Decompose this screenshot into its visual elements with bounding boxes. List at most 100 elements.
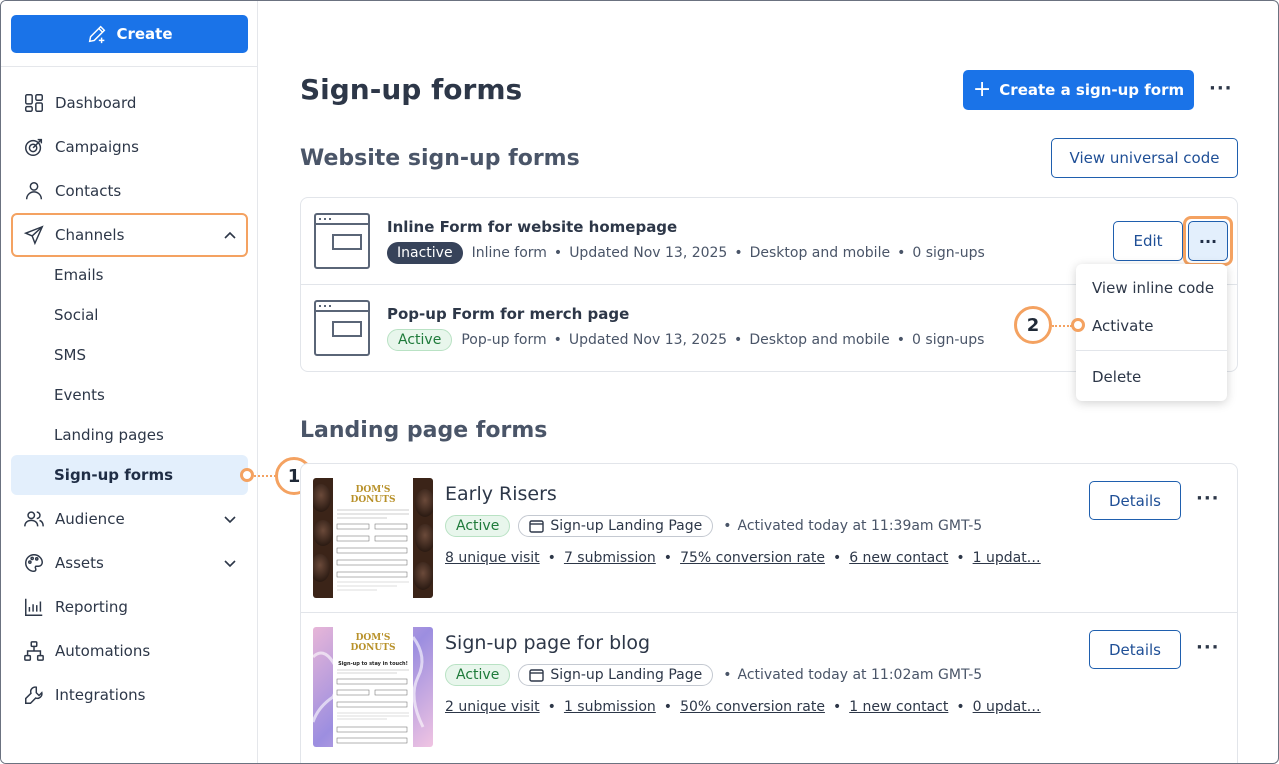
menu-item-view-inline-code[interactable]: View inline code: [1092, 279, 1214, 297]
stat-submissions[interactable]: 7 submission: [564, 550, 656, 566]
activated-time: Activated today at 11:39am GMT-5: [737, 518, 983, 534]
svg-text:DONUTS: DONUTS: [351, 495, 396, 505]
flow-icon: [23, 640, 45, 662]
person-icon: [23, 180, 45, 202]
sidebar-subitem-landing-pages[interactable]: Landing pages: [11, 416, 248, 454]
separator-dot: •: [734, 245, 743, 261]
sidebar-subitem-events[interactable]: Events: [11, 376, 248, 414]
separator-dot: •: [956, 699, 965, 715]
sidebar-item-label: Campaigns: [55, 138, 140, 156]
stat-submissions[interactable]: 1 submission: [564, 699, 656, 715]
activated-time: Activated today at 11:02am GMT-5: [737, 667, 983, 683]
svg-text:DOM'S: DOM'S: [356, 485, 391, 495]
chevron-down-icon: [224, 516, 236, 524]
stat-unique-visits[interactable]: 8 unique visit: [445, 550, 540, 566]
landing-page-title[interactable]: Sign-up page for blog: [445, 632, 650, 654]
sidebar-subitem-emails[interactable]: Emails: [11, 256, 248, 294]
sidebar-item-automations[interactable]: Automations: [11, 631, 248, 671]
callout-2-badge: 2: [1014, 306, 1052, 344]
sidebar-item-assets[interactable]: Assets: [11, 543, 248, 583]
stat-updates[interactable]: 1 updat…: [973, 550, 1041, 566]
status-badge: Inactive: [387, 242, 463, 264]
sidebar-item-campaigns[interactable]: Campaigns: [11, 127, 248, 167]
sidebar-item-dashboard[interactable]: Dashboard: [11, 83, 248, 123]
form-title[interactable]: Pop-up Form for merch page: [387, 305, 629, 323]
details-button[interactable]: Details: [1089, 630, 1181, 669]
sidebar-item-integrations[interactable]: Integrations: [11, 675, 248, 715]
landing-page-title[interactable]: Early Risers: [445, 483, 557, 505]
sidebar-item-label: Automations: [55, 642, 151, 660]
paper-plane-icon: [23, 224, 45, 246]
separator-dot: •: [896, 332, 906, 348]
sidebar-subitem-sign-up-forms[interactable]: Sign-up forms: [11, 455, 248, 495]
form-actions-menu: View inline code Activate Delete: [1076, 264, 1227, 401]
sidebar-item-label: Integrations: [55, 686, 146, 704]
menu-item-delete[interactable]: Delete: [1092, 368, 1141, 386]
website-forms-heading: Website sign-up forms: [300, 146, 580, 171]
separator-dot: •: [553, 245, 563, 261]
stat-unique-visits[interactable]: 2 unique visit: [445, 699, 540, 715]
sidebar-subitem-label: SMS: [54, 346, 86, 364]
create-button[interactable]: Create: [11, 15, 248, 53]
chevron-up-icon: [224, 231, 236, 239]
status-badge: Active: [387, 329, 453, 351]
view-universal-code-button[interactable]: View universal code: [1051, 138, 1238, 178]
landing-page-thumbnail[interactable]: DOM'S DONUTS Sign-up to stay in touch!: [313, 627, 433, 747]
sidebar-item-audience[interactable]: Audience: [11, 499, 248, 539]
callout-2-anchor: [1071, 318, 1085, 332]
sidebar-item-label: Dashboard: [55, 94, 137, 112]
menu-divider: [1076, 350, 1227, 351]
separator-dot: •: [734, 332, 743, 348]
separator-dot: •: [723, 667, 732, 683]
sidebar-item-contacts[interactable]: Contacts: [11, 171, 248, 211]
dashboard-icon: [23, 92, 45, 114]
people-icon: [23, 508, 45, 530]
callout-1-anchor: [240, 468, 254, 482]
page-type-badge: Sign-up Landing Page: [518, 664, 714, 686]
sidebar-item-label: Channels: [55, 226, 125, 244]
form-meta: Inactive Inline form • Updated Nov 13, 2…: [387, 242, 985, 264]
landing-page-meta: Active Sign-up Landing Page • Activated …: [445, 515, 982, 537]
landing-page-more-options-icon[interactable]: ···: [1196, 637, 1220, 658]
form-signups: 0 sign-ups: [912, 332, 985, 348]
stat-new-contacts[interactable]: 1 new contact: [849, 699, 948, 715]
stat-conversion-rate[interactable]: 50% conversion rate: [680, 699, 825, 715]
sidebar-item-label: Assets: [55, 554, 104, 572]
separator-dot: •: [832, 550, 842, 566]
stat-updates[interactable]: 0 updat…: [973, 699, 1041, 715]
create-sign-up-form-button[interactable]: + Create a sign-up form: [963, 70, 1194, 110]
stat-new-contacts[interactable]: 6 new contact: [849, 550, 948, 566]
sidebar-subitem-label: Social: [54, 306, 99, 324]
form-more-options-button[interactable]: ···: [1183, 216, 1233, 266]
sidebar-item-channels[interactable]: Channels: [11, 213, 248, 257]
sidebar-subitem-social[interactable]: Social: [11, 296, 248, 334]
stat-conversion-rate[interactable]: 75% conversion rate: [680, 550, 825, 566]
menu-item-activate[interactable]: Activate: [1092, 317, 1153, 335]
browser-window-icon: [314, 213, 370, 269]
more-dots-icon: ···: [1188, 221, 1228, 261]
details-button[interactable]: Details: [1089, 481, 1181, 520]
target-icon: [23, 136, 45, 158]
form-devices: Desktop and mobile: [749, 332, 890, 348]
status-badge: Active: [445, 515, 511, 537]
landing-page-more-options-icon[interactable]: ···: [1196, 488, 1220, 509]
create-sign-up-form-label: Create a sign-up form: [999, 81, 1185, 99]
sidebar: Create Dashboard Campaigns Contacts Chan…: [1, 1, 258, 763]
sidebar-subitem-label: Landing pages: [54, 426, 164, 444]
chevron-down-icon: [224, 560, 236, 568]
form-title[interactable]: Inline Form for website homepage: [387, 218, 677, 236]
form-type: Inline form: [471, 245, 547, 261]
landing-page-thumbnail[interactable]: DOM'S DONUTS: [313, 478, 433, 598]
page-more-options-icon[interactable]: ···: [1209, 78, 1233, 99]
separator-dot: •: [663, 699, 673, 715]
status-badge: Active: [445, 664, 511, 686]
callout-2-line: [1052, 325, 1072, 327]
separator-dot: •: [547, 699, 556, 715]
sidebar-item-reporting[interactable]: Reporting: [11, 587, 248, 627]
landing-page-stats: 2 unique visit • 1 submission • 50% conv…: [445, 699, 1041, 715]
landing-page-stats: 8 unique visit • 7 submission • 75% conv…: [445, 550, 1041, 566]
edit-button[interactable]: Edit: [1113, 221, 1183, 261]
form-meta: Active Pop-up form • Updated Nov 13, 202…: [387, 329, 984, 351]
sidebar-subitem-sms[interactable]: SMS: [11, 336, 248, 374]
wrench-icon: [23, 684, 45, 706]
